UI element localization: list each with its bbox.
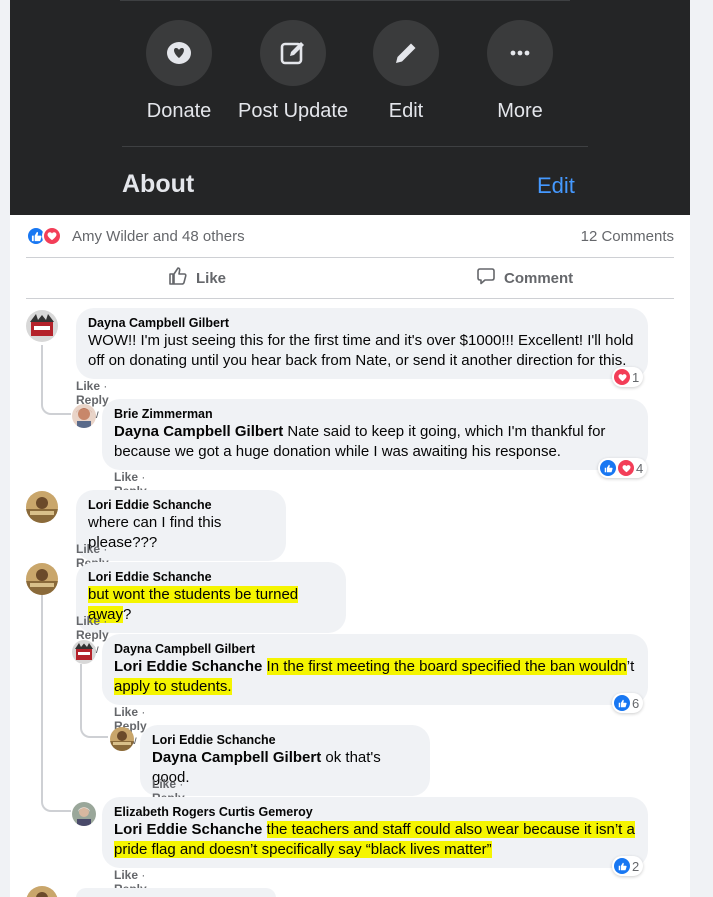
edit-button[interactable]: Edit bbox=[351, 20, 461, 123]
highlighted-text: apply to students. bbox=[114, 678, 232, 695]
reaction-count-badge[interactable]: 2 bbox=[612, 856, 644, 876]
love-reaction-icon bbox=[42, 226, 62, 246]
highlighted-text: pride flag and doesn’t specifically say … bbox=[114, 841, 492, 858]
reaction-count: 2 bbox=[632, 858, 640, 874]
reaction-count-badge[interactable]: 1 bbox=[612, 367, 644, 387]
like-label: Like bbox=[196, 269, 227, 287]
more-button[interactable]: More bbox=[465, 20, 575, 123]
reaction-count-badge[interactable]: 4 bbox=[598, 458, 648, 478]
comment-icon bbox=[476, 266, 496, 290]
highlighted-text: but wont the students be turned away bbox=[88, 586, 299, 623]
reaction-count: 6 bbox=[632, 695, 640, 711]
edit-label: Edit bbox=[388, 100, 424, 122]
thumbs-up-icon bbox=[168, 266, 188, 290]
post-actions-bar: Like Comment bbox=[26, 257, 674, 299]
post-update-button[interactable]: Post Update bbox=[238, 20, 348, 123]
reactions-summary[interactable]: Amy Wilder and 48 others 12 Comments bbox=[26, 224, 674, 248]
comment-label: Comment bbox=[504, 269, 574, 287]
comment-like-link[interactable]: Like bbox=[76, 379, 100, 393]
like-reaction-icon bbox=[614, 858, 630, 874]
comment-bubble: Dayna Campbell Gilbert WOW!! I'm just se… bbox=[76, 308, 648, 379]
header-divider bbox=[122, 146, 588, 147]
comment-bubble bbox=[76, 888, 276, 897]
reaction-count-badge[interactable]: 6 bbox=[612, 693, 644, 713]
reaction-names[interactable]: Amy Wilder and 48 others bbox=[72, 228, 245, 245]
avatar[interactable] bbox=[72, 404, 96, 428]
thread-line bbox=[41, 345, 71, 415]
reaction-count: 1 bbox=[632, 369, 640, 385]
thread-line bbox=[41, 590, 71, 812]
donate-label: Donate bbox=[146, 100, 212, 122]
comment-like-link[interactable]: Like bbox=[152, 777, 176, 791]
reaction-icons bbox=[26, 226, 66, 246]
comment-author[interactable]: Dayna Campbell Gilbert bbox=[88, 315, 636, 331]
comment-text: where can I find this please??? bbox=[88, 514, 222, 551]
comment-button[interactable]: Comment bbox=[476, 258, 573, 298]
avatar[interactable] bbox=[26, 491, 58, 523]
comment-text: Lori Eddie Schanche the teachers and sta… bbox=[114, 820, 636, 860]
like-reaction-icon bbox=[600, 460, 616, 476]
mention[interactable]: Dayna Campbell Gilbert bbox=[114, 423, 283, 440]
comment-like-link[interactable]: Like bbox=[76, 614, 100, 628]
more-label: More bbox=[497, 100, 543, 122]
love-reaction-icon bbox=[618, 460, 634, 476]
comment-like-link[interactable]: Like bbox=[114, 868, 138, 882]
like-reaction-icon bbox=[614, 695, 630, 711]
avatar[interactable] bbox=[26, 886, 58, 897]
highlighted-text: In the first meeting the board specified… bbox=[266, 658, 627, 675]
comment-text: WOW!! I'm just seeing this for the first… bbox=[88, 332, 634, 369]
highlighted-text: the teachers and staff could also wear b… bbox=[266, 821, 635, 838]
avatar[interactable] bbox=[26, 563, 58, 595]
comment-like-link[interactable]: Like bbox=[76, 542, 100, 556]
comment-bubble: Dayna Campbell Gilbert Lori Eddie Schanc… bbox=[102, 634, 648, 705]
comment-bubble: Brie Zimmerman Dayna Campbell Gilbert Na… bbox=[102, 399, 648, 470]
comment-author[interactable]: Elizabeth Rogers Curtis Gemeroy bbox=[114, 804, 636, 820]
avatar[interactable] bbox=[110, 727, 134, 751]
about-title: About bbox=[122, 170, 195, 198]
donate-button[interactable]: Donate bbox=[124, 20, 234, 123]
love-reaction-icon bbox=[614, 369, 630, 385]
more-icon bbox=[487, 20, 553, 86]
mention[interactable]: Lori Eddie Schanche bbox=[114, 658, 262, 675]
comment-like-link[interactable]: Like bbox=[114, 470, 138, 484]
mention[interactable]: Lori Eddie Schanche bbox=[114, 821, 262, 838]
comment-text: Dayna Campbell Gilbert Nate said to keep… bbox=[114, 422, 636, 462]
compose-icon bbox=[260, 20, 326, 86]
comment-body: ? bbox=[123, 606, 132, 623]
fundraiser-header: Donate Post Update Edit More About Edit bbox=[10, 0, 690, 215]
comment-body: ’t bbox=[626, 658, 635, 675]
comments-count[interactable]: 12 Comments bbox=[581, 228, 674, 245]
avatar[interactable] bbox=[26, 310, 58, 342]
comment-author[interactable]: Lori Eddie Schanche bbox=[152, 732, 418, 748]
post-update-label: Post Update bbox=[238, 100, 349, 122]
avatar[interactable] bbox=[72, 640, 96, 664]
comment-author[interactable]: Lori Eddie Schanche bbox=[88, 497, 274, 513]
comment-author[interactable]: Lori Eddie Schanche bbox=[88, 569, 334, 585]
comment-text: Dayna Campbell Gilbert ok that's good. bbox=[152, 748, 418, 788]
about-edit-link[interactable]: Edit bbox=[537, 173, 575, 199]
mention[interactable]: Dayna Campbell Gilbert bbox=[152, 749, 321, 766]
avatar[interactable] bbox=[72, 802, 96, 826]
comment-text: but wont the students be turned away? bbox=[88, 585, 334, 625]
comment-bubble: Lori Eddie Schanche but wont the student… bbox=[76, 562, 346, 633]
post-card: Donate Post Update Edit More About Edit bbox=[10, 0, 690, 897]
reaction-count: 4 bbox=[636, 460, 644, 476]
pencil-icon bbox=[373, 20, 439, 86]
top-divider bbox=[120, 0, 570, 1]
like-button[interactable]: Like bbox=[168, 258, 226, 298]
comment-like-link[interactable]: Like bbox=[114, 705, 138, 719]
comment-author[interactable]: Dayna Campbell Gilbert bbox=[114, 641, 636, 657]
comment-text: Lori Eddie Schanche In the first meeting… bbox=[114, 657, 636, 697]
donate-icon bbox=[146, 20, 212, 86]
comment-author[interactable]: Brie Zimmerman bbox=[114, 406, 636, 422]
comment-bubble: Elizabeth Rogers Curtis Gemeroy Lori Edd… bbox=[102, 797, 648, 868]
